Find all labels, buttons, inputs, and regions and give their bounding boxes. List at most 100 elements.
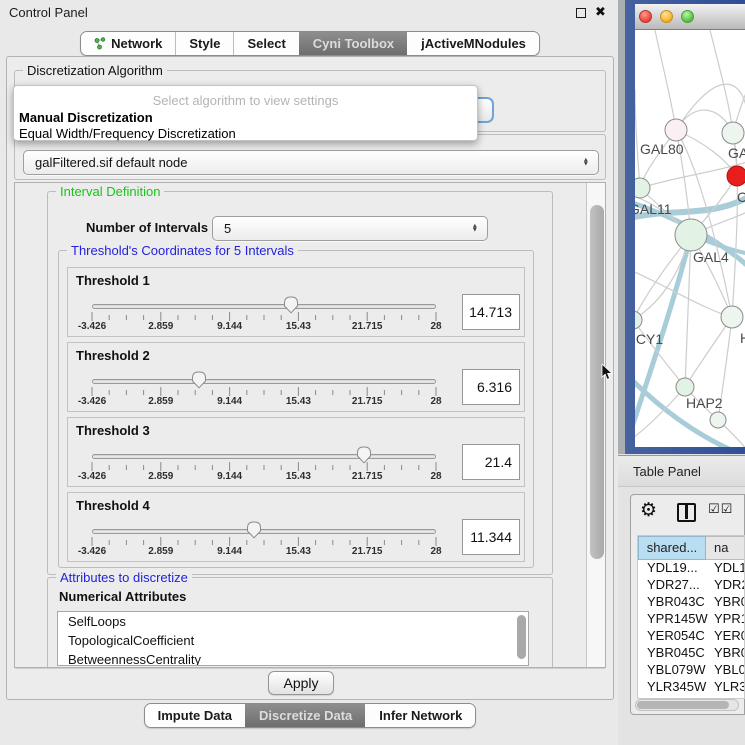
slider-ticks: [91, 537, 437, 547]
threshold-slider-thumb[interactable]: [191, 371, 207, 389]
table-row[interactable]: YDL19... YDL1: [638, 560, 745, 577]
name-cell[interactable]: YDL1: [714, 560, 745, 575]
vertical-scrollbar[interactable]: [586, 183, 606, 667]
interval-definition-label: Interval Definition: [56, 184, 164, 199]
shared-name-cell[interactable]: YBR045C: [647, 645, 705, 660]
table-row[interactable]: YBR045C YBR0: [638, 645, 745, 662]
close-traffic-light-icon[interactable]: [639, 10, 652, 23]
minimize-traffic-light-icon[interactable]: [660, 10, 673, 23]
attribute-list-item[interactable]: SelfLoops: [58, 612, 528, 631]
numerical-attributes-list[interactable]: SelfLoopsTopologicalCoefficientBetweenne…: [57, 611, 529, 666]
network-node-h[interactable]: [721, 306, 743, 328]
combo-stepper-icon: ▲▼: [583, 158, 589, 167]
name-cell[interactable]: YLR3: [714, 679, 745, 694]
float-window-icon[interactable]: [576, 8, 586, 18]
network-window-titlebar[interactable]: [635, 4, 745, 30]
column-layout-icon[interactable]: [677, 503, 696, 522]
threshold-slider-track[interactable]: [92, 304, 436, 309]
shared-name-cell[interactable]: YDL19...: [647, 560, 698, 575]
tab-label: Style: [189, 36, 220, 51]
network-node[interactable]: [710, 412, 726, 428]
attribute-list-item[interactable]: BetweennessCentrality: [58, 650, 528, 666]
table-panel-body: ⚙ ☑☑ shared... na YDL19...YDL1YDR27...YD…: [630, 494, 745, 715]
network-node-ga[interactable]: [722, 122, 744, 144]
table-data-combo[interactable]: galFiltered.sif default node ▲▼: [23, 150, 599, 175]
shared-name-cell[interactable]: YLR345W: [647, 679, 706, 694]
shared-name-cell[interactable]: YPR145W: [647, 611, 708, 626]
horizontal-scrollbar[interactable]: [635, 699, 739, 711]
algorithm-combo-focus-ring[interactable]: [476, 97, 494, 123]
name-cell[interactable]: YBR0: [714, 594, 745, 609]
table-row[interactable]: YBR043C YBR0: [638, 594, 745, 611]
shared-name-cell[interactable]: YBL079W: [647, 662, 706, 677]
network-node-gal4[interactable]: [675, 219, 707, 251]
shared-name-cell[interactable]: YBR043C: [647, 594, 705, 609]
shared-name-cell[interactable]: YDR27...: [647, 577, 700, 592]
column-header-name[interactable]: na: [706, 536, 745, 560]
threshold-slider-track[interactable]: [92, 529, 436, 534]
name-cell[interactable]: YDR2: [714, 577, 745, 592]
threshold-value-field[interactable]: 14.713: [462, 294, 520, 330]
control-panel-titlebar: Control Panel ✖: [0, 0, 620, 26]
table-data-combo-value: galFiltered.sif default node: [35, 155, 187, 170]
tab-label: Network: [111, 36, 162, 51]
tab-jactivemnodules[interactable]: jActiveMNodules: [407, 32, 539, 55]
tab-cyni-toolbox[interactable]: Cyni Toolbox: [299, 32, 407, 55]
tab-discretize-data[interactable]: Discretize Data: [245, 704, 365, 727]
network-node-c[interactable]: [727, 166, 745, 186]
tick-label: 2.859: [148, 321, 173, 332]
select-columns-icon[interactable]: ☑☑: [708, 502, 733, 517]
table-row[interactable]: YBL079W YBL0: [638, 662, 745, 679]
number-of-intervals-combo[interactable]: 5 ▲▼: [212, 216, 488, 241]
table-row[interactable]: YLR345W YLR3: [638, 679, 745, 696]
node-table[interactable]: shared... na YDL19... YDL1 YDR27... YDR2 YBR…: [637, 535, 745, 699]
tab-label: Impute Data: [158, 708, 232, 723]
dropdown-option[interactable]: Equal Width/Frequency Discretization: [19, 126, 236, 141]
tab-infer-network[interactable]: Infer Network: [365, 704, 475, 727]
tick-label: -3.426: [78, 396, 106, 407]
number-of-intervals-label: Number of Intervals: [86, 220, 208, 235]
name-cell[interactable]: YBL0: [714, 662, 745, 677]
dropdown-option[interactable]: Manual Discretization: [19, 110, 153, 125]
network-canvas[interactable]: GAL80GACGAL11GAL4GCY1HHAP2: [635, 30, 745, 447]
threshold-slider-thumb[interactable]: [283, 296, 299, 314]
network-view-window[interactable]: GAL80GACGAL11GAL4GCY1HHAP2: [625, 0, 745, 454]
tick-label: -3.426: [78, 546, 106, 557]
threshold-slider-thumb[interactable]: [246, 521, 262, 539]
tab-select[interactable]: Select: [233, 32, 298, 55]
tab-network[interactable]: Network: [81, 32, 175, 55]
apply-button[interactable]: Apply: [268, 671, 334, 695]
network-node-hap2[interactable]: [676, 378, 694, 396]
network-node-gal80[interactable]: [665, 119, 687, 141]
list-scrollbar-thumb[interactable]: [517, 615, 526, 659]
threshold-value-field[interactable]: 6.316: [462, 369, 520, 405]
attribute-list-item[interactable]: TopologicalCoefficient: [58, 631, 528, 650]
bottom-tab-bar: Impute Data Discretize Data Infer Network: [0, 703, 620, 728]
table-row[interactable]: YDR27... YDR2: [638, 577, 745, 594]
name-cell[interactable]: YPR1: [714, 611, 745, 626]
network-node-gal11[interactable]: [635, 178, 650, 198]
close-icon[interactable]: ✖: [595, 4, 606, 20]
name-cell[interactable]: YER0: [714, 628, 745, 643]
threshold-panel: Threshold 114.713-3.4262.8599.14415.4321…: [67, 267, 525, 337]
zoom-traffic-light-icon[interactable]: [681, 10, 694, 23]
threshold-slider-thumb[interactable]: [356, 446, 372, 464]
network-node-gcy1[interactable]: [635, 311, 642, 329]
threshold-slider-track[interactable]: [92, 379, 436, 384]
node-label: GAL4: [693, 249, 729, 265]
gear-icon[interactable]: ⚙: [640, 499, 657, 522]
tab-style[interactable]: Style: [175, 32, 233, 55]
table-row[interactable]: YER054C YER0: [638, 628, 745, 645]
threshold-slider-track[interactable]: [92, 454, 436, 459]
name-cell[interactable]: YBR0: [714, 645, 745, 660]
table-row[interactable]: YPR145W YPR1: [638, 611, 745, 628]
dropdown-prompt: Select algorithm to view settings: [14, 93, 477, 108]
vertical-scrollbar-thumb[interactable]: [590, 205, 604, 559]
shared-name-cell[interactable]: YER054C: [647, 628, 705, 643]
threshold-value-field[interactable]: 11.344: [462, 519, 520, 555]
horizontal-scrollbar-thumb[interactable]: [637, 701, 729, 709]
tab-impute-data[interactable]: Impute Data: [145, 704, 245, 727]
threshold-value-field[interactable]: 21.4: [462, 444, 520, 480]
tab-label: Infer Network: [379, 708, 462, 723]
column-header-shared-name[interactable]: shared...: [638, 536, 706, 560]
